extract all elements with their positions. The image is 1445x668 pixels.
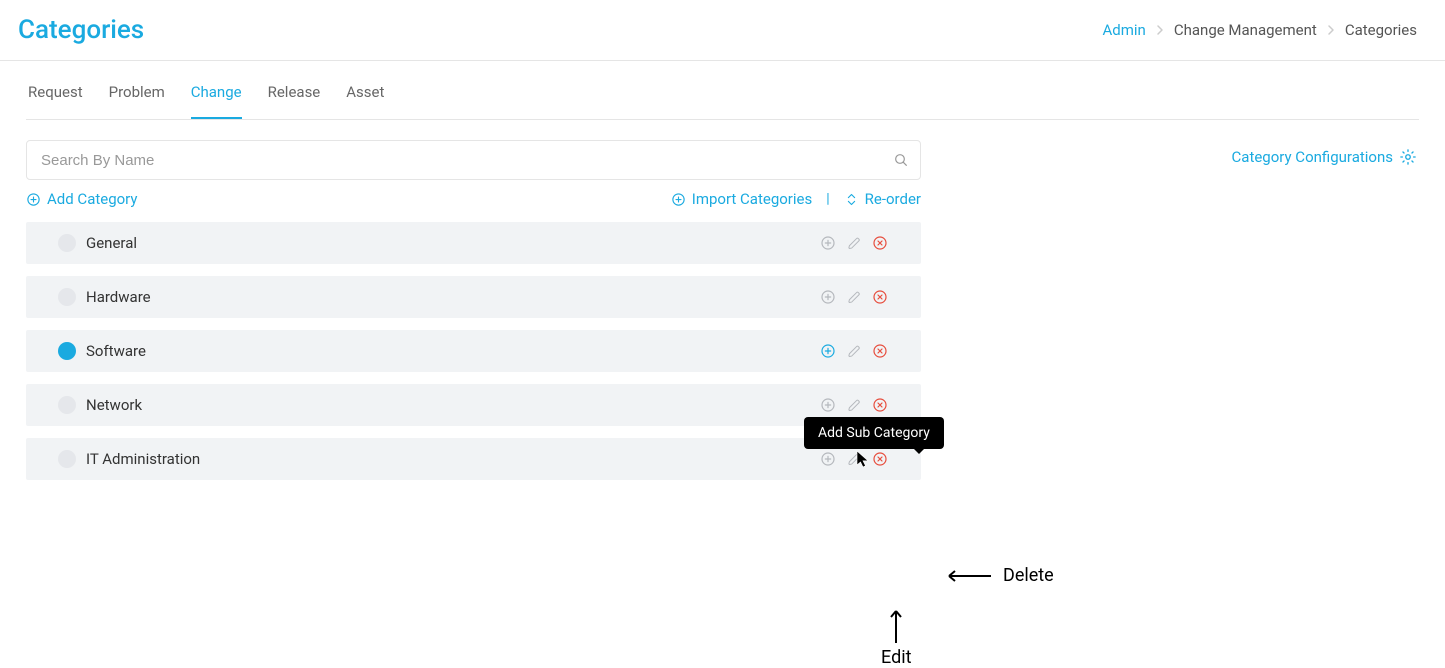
- page-title: Categories: [18, 15, 144, 45]
- breadcrumb-change-mgmt[interactable]: Change Management: [1174, 21, 1317, 39]
- separator: |: [826, 191, 829, 207]
- gear-icon: [1399, 148, 1417, 166]
- tab-release[interactable]: Release: [268, 61, 321, 119]
- tab-asset[interactable]: Asset: [346, 61, 384, 119]
- add-sub-icon[interactable]: [819, 450, 837, 468]
- annotation-delete: Delete: [943, 565, 1054, 586]
- breadcrumb: Admin Change Management Categories: [1103, 21, 1417, 39]
- status-dot: [58, 288, 76, 306]
- delete-icon[interactable]: [871, 342, 889, 360]
- breadcrumb-admin[interactable]: Admin: [1103, 21, 1146, 39]
- add-sub-icon[interactable]: [819, 396, 837, 414]
- chevron-right-icon: [1156, 24, 1164, 36]
- delete-icon[interactable]: [871, 288, 889, 306]
- status-dot: [58, 234, 76, 252]
- add-category-button[interactable]: Add Category: [26, 190, 138, 208]
- edit-icon[interactable]: [845, 450, 863, 468]
- breadcrumb-categories: Categories: [1345, 21, 1417, 39]
- category-row[interactable]: Software: [26, 330, 921, 372]
- tab-problem[interactable]: Problem: [109, 61, 165, 119]
- status-dot: [58, 450, 76, 468]
- reorder-button[interactable]: Re-order: [844, 190, 921, 208]
- plus-circle-icon: [26, 192, 41, 207]
- edit-icon[interactable]: [845, 396, 863, 414]
- annotation-edit: Edit: [881, 605, 911, 668]
- chevron-right-icon: [1327, 24, 1335, 36]
- category-label: IT Administration: [86, 450, 819, 468]
- category-label: General: [86, 234, 819, 252]
- tab-change[interactable]: Change: [191, 61, 242, 119]
- edit-icon[interactable]: [845, 342, 863, 360]
- add-sub-icon[interactable]: [819, 288, 837, 306]
- category-row[interactable]: General: [26, 222, 921, 264]
- tab-request[interactable]: Request: [28, 61, 83, 119]
- edit-icon[interactable]: [845, 234, 863, 252]
- category-label: Hardware: [86, 288, 819, 306]
- category-label: Network: [86, 396, 819, 414]
- add-sub-icon[interactable]: [819, 342, 837, 360]
- tooltip-add-sub: Add Sub Category: [804, 417, 944, 449]
- category-row[interactable]: IT Administration: [26, 438, 921, 480]
- sort-icon: [844, 192, 859, 207]
- edit-icon[interactable]: [845, 288, 863, 306]
- category-row[interactable]: Hardware: [26, 276, 921, 318]
- category-row[interactable]: Network: [26, 384, 921, 426]
- add-sub-icon[interactable]: [819, 234, 837, 252]
- delete-icon[interactable]: [871, 450, 889, 468]
- plus-circle-icon: [671, 192, 686, 207]
- category-label: Software: [86, 342, 819, 360]
- search-input[interactable]: [26, 140, 921, 180]
- status-dot: [58, 396, 76, 414]
- category-configurations-link[interactable]: Category Configurations: [1232, 148, 1417, 166]
- status-dot: [58, 342, 76, 360]
- search-icon[interactable]: [893, 152, 909, 168]
- tabs: Request Problem Change Release Asset: [26, 61, 1419, 120]
- delete-icon[interactable]: [871, 234, 889, 252]
- delete-icon[interactable]: [871, 396, 889, 414]
- import-categories-button[interactable]: Import Categories: [671, 190, 812, 208]
